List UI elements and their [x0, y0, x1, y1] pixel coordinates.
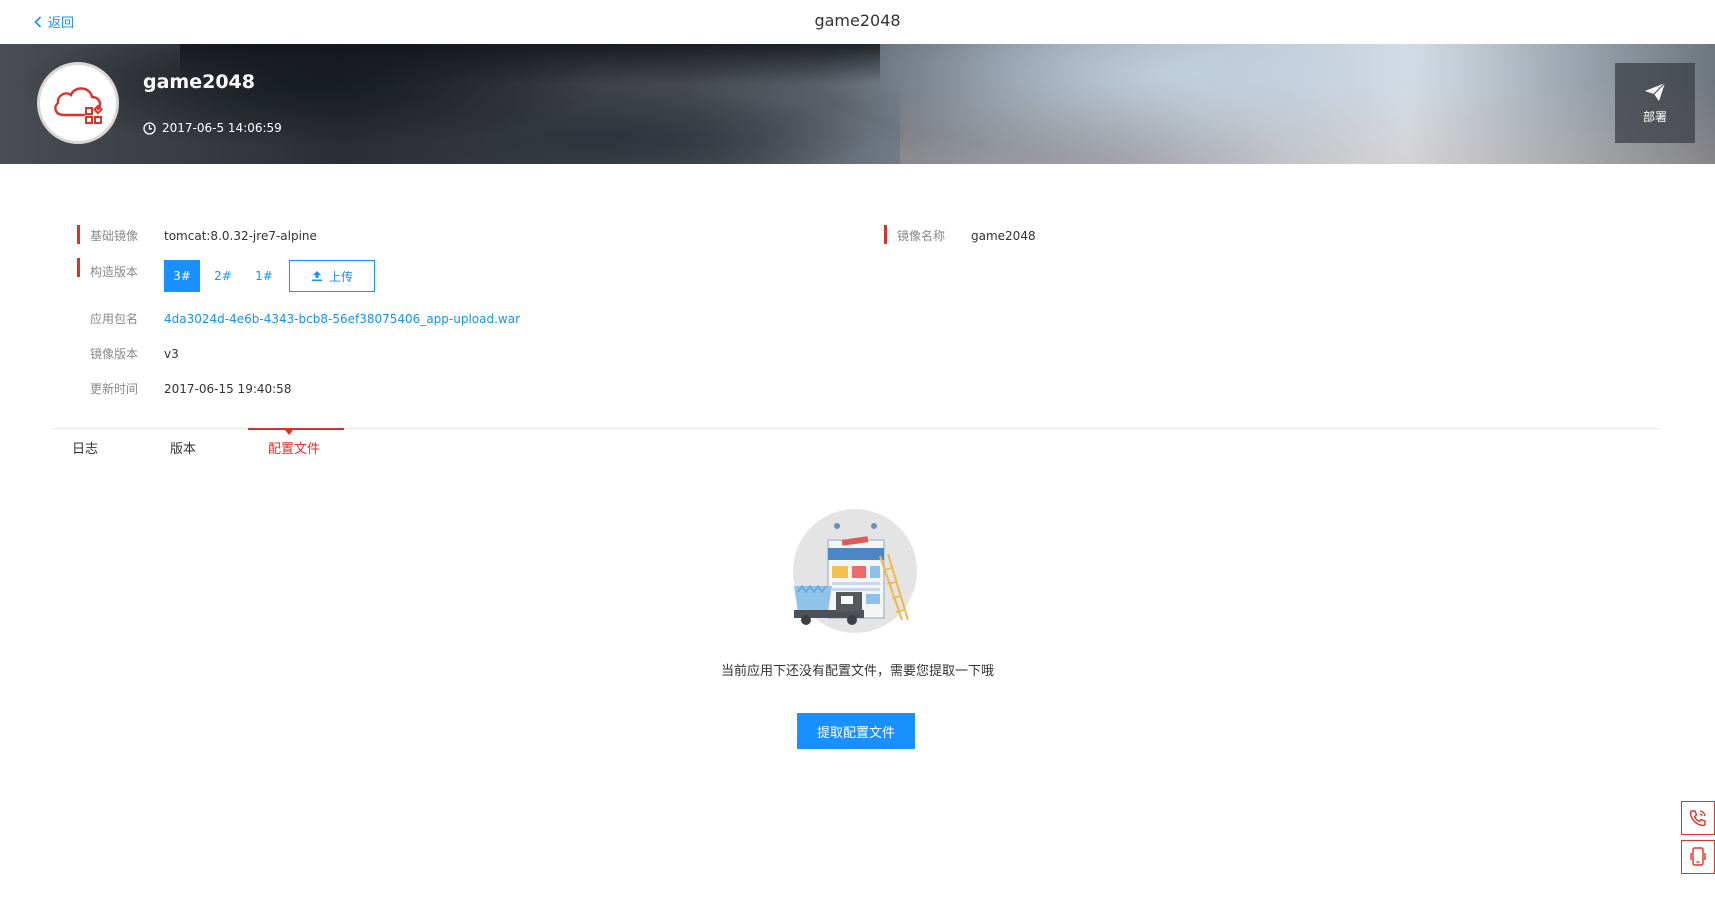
- top-bar: 返回 game2048: [0, 0, 1715, 45]
- fetch-config-button[interactable]: 提取配置文件: [797, 713, 915, 749]
- base-image-value: tomcat:8.0.32-jre7-alpine: [164, 228, 317, 243]
- mobile-icon: [1690, 847, 1706, 866]
- tab-logs[interactable]: 日志: [72, 438, 98, 457]
- tab-versions[interactable]: 版本: [170, 438, 196, 457]
- version-2-button[interactable]: 2#: [205, 260, 241, 292]
- image-version-row: 镜像版本 v3: [77, 345, 179, 362]
- image-version-value: v3: [164, 346, 179, 361]
- mobile-contact-button[interactable]: [1681, 840, 1715, 874]
- package-name-row: 应用包名 4da3024d-4e6b-4343-bcb8-56ef3807540…: [77, 310, 520, 327]
- package-name-link[interactable]: 4da3024d-4e6b-4343-bcb8-56ef38075406_app…: [164, 312, 520, 326]
- package-name-label: 应用包名: [90, 312, 139, 326]
- build-version-row: 构造版本 3# 2# 1# 上传: [77, 258, 375, 292]
- image-name-value: game2048: [971, 228, 1036, 243]
- base-image-row: 基础镜像 tomcat:8.0.32-jre7-alpine: [77, 225, 317, 244]
- build-version-label: 构造版本: [77, 258, 162, 280]
- app-banner: game2048 2017-06-5 14:06:59 部署: [0, 44, 1715, 164]
- tab-config-files[interactable]: 配置文件: [268, 438, 320, 457]
- app-name: game2048: [143, 71, 255, 93]
- version-selector: 3# 2# 1# 上传: [164, 260, 375, 292]
- created-time-text: 2017-06-5 14:06:59: [162, 121, 282, 135]
- version-1-button[interactable]: 1#: [246, 260, 282, 292]
- upload-button[interactable]: 上传: [289, 260, 375, 292]
- deploy-button[interactable]: 部署: [1615, 63, 1695, 143]
- empty-state-message: 当前应用下还没有配置文件，需要您提取一下哦: [720, 664, 994, 679]
- upload-icon: [311, 271, 322, 282]
- base-image-label: 基础镜像: [77, 225, 162, 244]
- update-time-label: 更新时间: [90, 382, 139, 396]
- update-time-value: 2017-06-15 19:40:58: [164, 381, 292, 396]
- send-icon: [1645, 82, 1666, 101]
- update-time-row: 更新时间 2017-06-15 19:40:58: [77, 380, 291, 397]
- deploy-label: 部署: [1642, 109, 1667, 124]
- phone-icon: [1689, 810, 1706, 827]
- app-logo: [37, 62, 119, 144]
- active-tab-indicator: [248, 428, 344, 430]
- contact-phone-button[interactable]: [1681, 801, 1715, 835]
- version-3-button[interactable]: 3#: [164, 260, 200, 292]
- created-time: 2017-06-5 14:06:59: [143, 121, 282, 135]
- cloud-app-icon: [54, 87, 103, 124]
- image-name-row: 镜像名称 game2048: [884, 225, 1036, 244]
- clock-icon: [143, 121, 156, 135]
- image-version-label: 镜像版本: [90, 347, 139, 361]
- active-tab-caret: [285, 430, 293, 435]
- empty-state-illustration: [793, 509, 917, 633]
- image-name-label: 镜像名称: [884, 225, 969, 244]
- upload-label: 上传: [328, 269, 353, 284]
- page-title: game2048: [814, 11, 901, 30]
